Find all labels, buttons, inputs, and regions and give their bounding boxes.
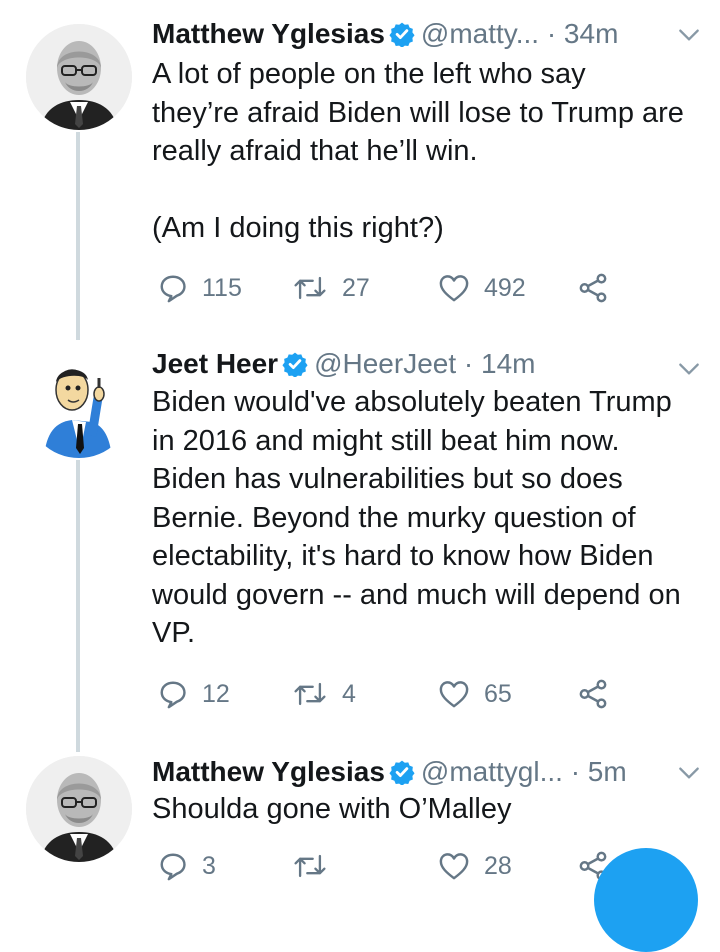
- tweet-header: Jeet Heer @HeerJeet · 14m: [152, 344, 702, 384]
- reply-button[interactable]: 115: [158, 268, 242, 308]
- tweet-header: Matthew Yglesias @mattygl... · 5m: [152, 752, 702, 792]
- like-icon: [438, 679, 470, 709]
- retweet-count: 4: [342, 679, 356, 708]
- compose-tweet-button[interactable]: [594, 848, 698, 952]
- verified-badge-icon: [282, 351, 308, 377]
- tweet-actions: 3 28: [152, 846, 622, 886]
- reply-icon: [158, 851, 188, 881]
- share-button[interactable]: [578, 674, 608, 714]
- retweet-count: 27: [342, 273, 370, 302]
- retweet-icon: [292, 851, 328, 881]
- like-count: 28: [484, 851, 512, 880]
- retweet-button[interactable]: 27: [292, 268, 370, 308]
- author-name[interactable]: Matthew Yglesias: [152, 756, 385, 787]
- reply-count: 115: [202, 273, 242, 302]
- verified-badge-icon: [389, 759, 415, 785]
- like-button[interactable]: 492: [438, 268, 526, 308]
- avatar[interactable]: [26, 24, 132, 130]
- like-button[interactable]: 65: [438, 674, 512, 714]
- share-icon: [578, 679, 608, 709]
- verified-badge-icon: [389, 21, 415, 47]
- reply-button[interactable]: 3: [158, 846, 216, 886]
- reply-icon: [158, 679, 188, 709]
- tweet-text: Shoulda gone with O’Malley: [152, 793, 512, 825]
- like-button[interactable]: 28: [438, 846, 512, 886]
- tweet[interactable]: Matthew Yglesias @matty... · 34m A lot of…: [0, 0, 720, 340]
- author-handle[interactable]: @mattygl...: [421, 756, 563, 787]
- author-name[interactable]: Matthew Yglesias: [152, 18, 385, 49]
- retweet-button[interactable]: 4: [292, 674, 356, 714]
- retweet-icon: [292, 679, 328, 709]
- avatar[interactable]: [26, 756, 132, 862]
- timestamp[interactable]: · 34m: [547, 18, 619, 49]
- like-icon: [438, 851, 470, 881]
- like-count: 492: [484, 273, 526, 302]
- retweet-icon: [292, 273, 328, 303]
- tweet-text: Biden would've absolutely beaten Trump i…: [152, 386, 681, 649]
- tweet-actions: 115 27 492: [152, 268, 622, 308]
- reply-count: 3: [202, 851, 216, 880]
- chevron-down-icon[interactable]: [676, 22, 702, 48]
- timestamp[interactable]: · 14m: [464, 348, 536, 379]
- reply-icon: [158, 273, 188, 303]
- avatar[interactable]: [26, 352, 132, 458]
- chevron-down-icon[interactable]: [676, 356, 702, 382]
- author-name[interactable]: Jeet Heer: [152, 348, 278, 379]
- like-icon: [438, 273, 470, 303]
- reply-count: 12: [202, 679, 230, 708]
- reply-button[interactable]: 12: [158, 674, 230, 714]
- share-icon: [578, 273, 608, 303]
- tweet-text: A lot of people on the left who say they…: [152, 58, 684, 244]
- tweet[interactable]: Jeet Heer @HeerJeet · 14m Biden would've …: [0, 340, 720, 752]
- tweet-header: Matthew Yglesias @matty... · 34m: [152, 14, 702, 54]
- retweet-button[interactable]: [292, 846, 342, 886]
- tweet[interactable]: Matthew Yglesias @mattygl... · 5m Shoulda…: [0, 752, 720, 873]
- author-handle[interactable]: @matty...: [421, 18, 539, 49]
- tweet-actions: 12 4 65: [152, 674, 622, 714]
- chevron-down-icon[interactable]: [676, 760, 702, 786]
- share-button[interactable]: [578, 268, 608, 308]
- like-count: 65: [484, 679, 512, 708]
- timestamp[interactable]: · 5m: [571, 756, 627, 787]
- author-handle[interactable]: @HeerJeet: [314, 348, 456, 379]
